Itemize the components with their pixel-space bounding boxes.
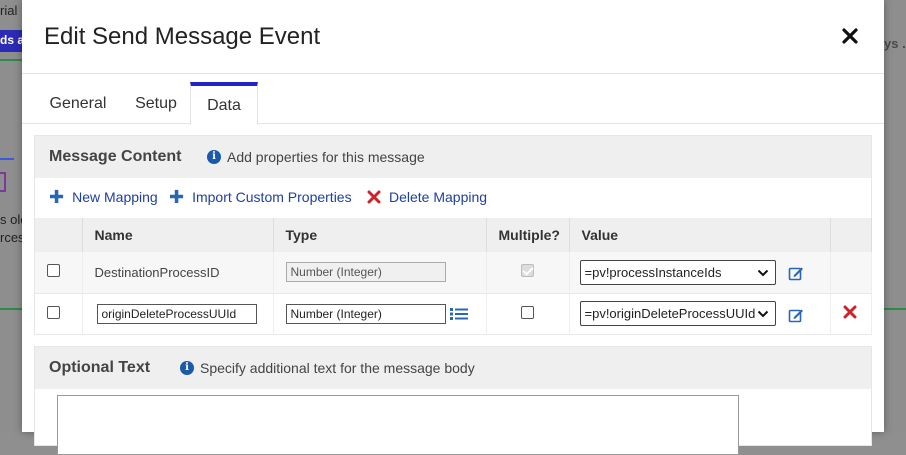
action-column-header [830,218,872,252]
table-row: DestinationProcessID Number (Integer) =p… [35,252,872,294]
value-cell: =pv!originDeleteProcessUUId [569,293,831,335]
optional-text-info-text: Specify additional text for the message … [200,360,475,376]
message-content-title: Message Content [49,148,182,165]
import-custom-properties-label: Import Custom Properties [192,189,352,205]
type-input[interactable]: Number (Integer) [285,303,446,324]
tab-data[interactable]: Data [190,82,258,125]
optional-text-section: Optional Text i Specify additional text … [34,346,872,455]
message-content-info: i Add properties for this message [207,149,425,165]
bg-text-right: ys . [884,36,906,51]
type-cell: Number (Integer) [273,252,487,294]
message-content-info-text: Add properties for this message [227,149,425,165]
column-header-multiple: Multiple? [486,218,570,252]
bg-accent-line [0,158,14,160]
tab-setup[interactable]: Setup [126,82,186,124]
delete-row-icon[interactable] [843,305,857,319]
table-row: originDeleteProcessUUId Number (Integer)… [35,293,872,335]
bg-divider-3 [884,308,906,310]
info-icon: i [180,361,194,375]
plus-icon: ✚ [169,187,185,207]
row-checkbox[interactable] [47,264,60,278]
message-content-header: Message Content i Add properties for thi… [35,136,871,178]
close-button[interactable] [838,24,862,48]
select-column-header [35,218,83,252]
type-picker-list-icon[interactable] [449,307,468,321]
edit-send-message-event-dialog: Edit Send Message Event General Setup Da… [22,0,884,455]
delete-x-icon [367,190,381,204]
table-header-row: Name Type Multiple? Value [35,218,872,252]
name-input[interactable]: originDeleteProcessUUId [96,303,257,324]
bg-node-shape [0,172,6,192]
column-header-type: Type [273,218,487,252]
tab-bar: General Setup Data [22,82,884,125]
message-content-section: Message Content i Add properties for thi… [34,135,872,335]
edit-expression-icon[interactable] [788,265,804,281]
optional-text-title: Optional Text [49,359,151,376]
row-select-cell [35,293,83,335]
type-cell: Number (Integer) [273,293,487,335]
row-checkbox[interactable] [47,305,60,319]
column-header-value: Value [569,218,831,252]
close-icon [842,28,858,44]
dialog-header: Edit Send Message Event [22,0,884,74]
multiple-cell [486,293,570,335]
bg-badge: ds a [0,30,22,52]
info-icon: i [207,150,221,164]
multiple-checkbox[interactable] [520,305,534,319]
optional-text-info: i Specify additional text for the messag… [180,360,475,376]
row-action-cell [830,293,872,335]
delete-mapping-label: Delete Mapping [389,189,488,205]
optional-text-header: Optional Text i Specify additional text … [35,347,871,389]
type-field: Number (Integer) [285,262,446,283]
optional-text-textarea[interactable] [57,395,739,455]
value-cell: =pv!processInstanceIds [569,252,831,294]
row-select-cell [35,252,83,294]
new-mapping-label: New Mapping [72,189,158,205]
chevron-down-icon [757,310,768,318]
dialog-title: Edit Send Message Event [44,23,321,50]
bg-text-top: rial [0,3,18,18]
multiple-checkbox [520,264,534,278]
value-select-text: =pv!originDeleteProcessUUId [584,306,756,321]
mapping-table: Name Type Multiple? Value DestinationPro… [35,218,872,335]
mapping-toolbar: ✚ New Mapping ✚ Import Custom Properties… [35,178,871,218]
new-mapping-button[interactable]: ✚ New Mapping [49,187,158,207]
bg-divider-2 [0,308,22,310]
name-cell: originDeleteProcessUUId [82,293,274,335]
chevron-down-icon [757,269,768,277]
tab-general[interactable]: General [40,82,116,124]
multiple-cell [486,252,570,294]
delete-mapping-button[interactable]: Delete Mapping [367,189,487,205]
value-select[interactable]: =pv!processInstanceIds [579,259,776,285]
name-cell: DestinationProcessID [82,252,274,294]
row-action-cell [830,252,872,294]
value-select[interactable]: =pv!originDeleteProcessUUId [579,301,776,326]
value-select-text: =pv!processInstanceIds [584,264,722,280]
import-custom-properties-button[interactable]: ✚ Import Custom Properties [169,187,352,207]
plus-icon: ✚ [49,187,65,207]
bg-text-left-2: rces [0,230,25,245]
column-header-name: Name [82,218,274,252]
edit-expression-icon[interactable] [788,307,804,323]
bg-divider [0,59,22,61]
